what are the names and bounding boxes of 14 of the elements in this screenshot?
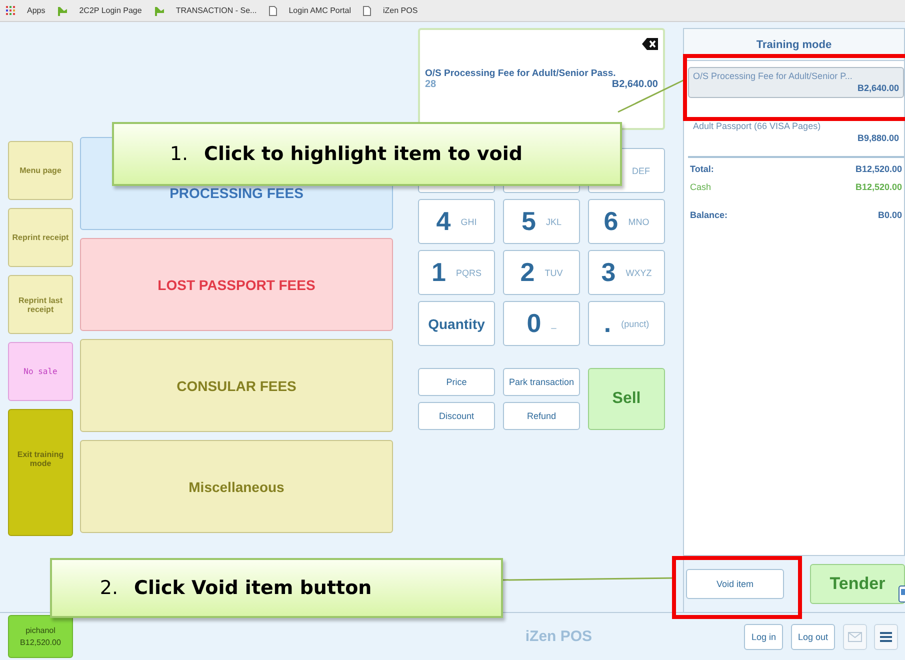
total-label: Total: [690, 164, 714, 174]
step-number: 1. [168, 143, 188, 165]
total-label: Cash [690, 182, 712, 192]
total-value: B12,520.00 [855, 182, 902, 192]
step-text: Click to highlight item to void [204, 143, 522, 165]
total-value: B12,520.00 [855, 164, 902, 174]
item-name: O/S Processing Fee for Adult/Senior Pass. [425, 68, 617, 79]
item-quantity: 28 [425, 79, 436, 90]
total-label: Balance: [690, 210, 728, 220]
step-number: 2. [98, 577, 118, 599]
total-value: B0.00 [878, 210, 902, 220]
step-text: Click Void item button [134, 577, 372, 599]
app-name: iZen POS [524, 628, 594, 645]
item-price: B2,640.00 [612, 79, 658, 90]
